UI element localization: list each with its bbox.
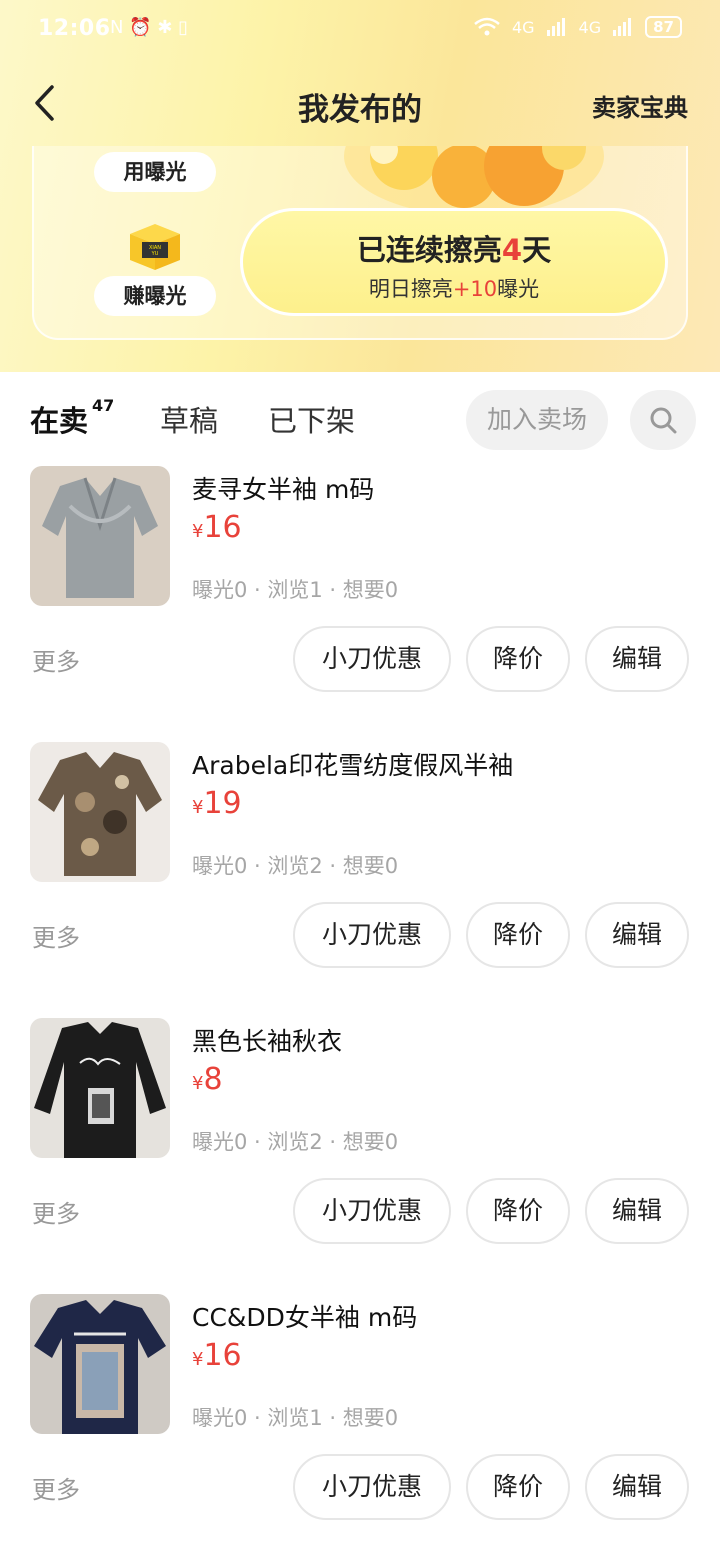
search-button[interactable] [630,390,696,450]
tab-on-sale[interactable]: 在卖 [30,398,94,440]
package-box-icon: XIAN YU [130,224,180,270]
network-type-1: 4G [511,17,535,37]
listing-stats: 曝光0 · 浏览1 · 想要0 [192,1406,399,1430]
seller-guide-link[interactable]: 卖家宝典 [592,88,688,123]
streak-days: 4 [501,233,523,267]
more-link[interactable]: 更多 [32,918,80,953]
listing-title: 黑色长袖秋衣 [192,1027,343,1056]
streak-headline: 已连续擦亮4天 [356,233,552,267]
edit-button[interactable]: 编辑 [585,1178,689,1244]
edit-button[interactable]: 编辑 [585,1454,689,1520]
status-right-icons: 4G 4G 87 [474,16,682,38]
small-discount-button[interactable]: 小刀优惠 [293,902,451,968]
listing-stats: 曝光0 · 浏览2 · 想要0 [192,1130,399,1154]
search-icon [650,407,677,434]
streak-subtext: 明日擦亮+10曝光 [368,277,540,301]
listing-price: ¥16 [192,510,242,545]
reduce-price-button[interactable]: 降价 [466,626,570,692]
battery-indicator: 87 [645,16,682,38]
promo-illustration [344,146,604,216]
more-link[interactable]: 更多 [32,1470,80,1505]
listing-item[interactable]: 麦寻女半袖 m码 ¥16 曝光0 · 浏览1 · 想要0 更多 小刀优惠 降价 … [0,462,720,738]
product-thumbnail [30,742,170,882]
network-type-2: 4G [578,17,602,37]
listing-title: 麦寻女半袖 m码 [192,475,375,504]
on-sale-count-badge: 47 [92,396,115,415]
product-thumbnail [30,1294,170,1434]
listing-item[interactable]: CC&DD女半袖 m码 ¥16 曝光0 · 浏览1 · 想要0 更多 小刀优惠 … [0,1290,720,1566]
listing-price: ¥16 [192,1338,242,1373]
listing-title: CC&DD女半袖 m码 [192,1303,418,1332]
reduce-price-button[interactable]: 降价 [466,902,570,968]
listing-stats: 曝光0 · 浏览2 · 想要0 [192,854,399,878]
status-time: 12:06 [38,16,111,41]
use-exposure-pill[interactable]: 用曝光 [94,152,216,192]
product-thumbnail [30,466,170,606]
more-link[interactable]: 更多 [32,1194,80,1229]
streak-bonus: +10 [452,277,498,301]
listing-item[interactable]: Arabela印花雪纺度假风半袖 ¥19 曝光0 · 浏览2 · 想要0 更多 … [0,738,720,1014]
nav-bar: 我发布的 卖家宝典 [0,60,720,146]
signal-icon-2 [613,18,632,36]
reduce-price-button[interactable]: 降价 [466,1454,570,1520]
listing-list: 麦寻女半袖 m码 ¥16 曝光0 · 浏览1 · 想要0 更多 小刀优惠 降价 … [0,462,720,1566]
listing-title: Arabela印花雪纺度假风半袖 [192,751,514,780]
svg-text:YU: YU [151,251,159,257]
exposure-promo-card: 用曝光 XIAN YU 赚曝光 已连续擦亮4天 明日擦亮+10曝光 [32,146,688,340]
product-thumbnail [30,1018,170,1158]
wifi-icon [474,17,500,36]
earn-exposure-pill[interactable]: 赚曝光 [94,276,216,316]
listing-item[interactable]: 黑色长袖秋衣 ¥8 曝光0 · 浏览2 · 想要0 更多 小刀优惠 降价 编辑 [0,1014,720,1290]
signal-icon [546,18,565,36]
listing-price: ¥19 [192,786,242,821]
tab-off-shelf[interactable]: 已下架 [268,398,355,440]
edit-button[interactable]: 编辑 [585,902,689,968]
edit-button[interactable]: 编辑 [585,626,689,692]
join-market-button[interactable]: 加入卖场 [466,390,608,450]
tab-drafts[interactable]: 草稿 [160,398,218,440]
small-discount-button[interactable]: 小刀优惠 [293,626,451,692]
listing-price: ¥8 [192,1062,223,1097]
listing-stats: 曝光0 · 浏览1 · 想要0 [192,578,399,602]
listing-tabs: 在卖 47 草稿 已下架 加入卖场 [0,372,720,462]
small-discount-button[interactable]: 小刀优惠 [293,1454,451,1520]
more-link[interactable]: 更多 [32,642,80,677]
reduce-price-button[interactable]: 降价 [466,1178,570,1244]
small-discount-button[interactable]: 小刀优惠 [293,1178,451,1244]
status-notification-icons: N ⏰ ✱ ▯ [110,17,189,38]
streak-banner[interactable]: 已连续擦亮4天 明日擦亮+10曝光 [240,208,668,316]
status-bar: 12:06 N ⏰ ✱ ▯ 4G 4G 87 [0,0,720,60]
